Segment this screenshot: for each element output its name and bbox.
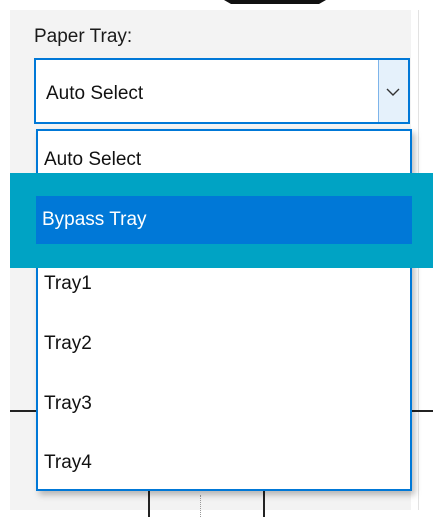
highlighted-option-label[interactable]: Bypass Tray bbox=[42, 209, 147, 231]
clipped-heading-fragment bbox=[220, 0, 330, 4]
background-dotted-line bbox=[200, 495, 202, 517]
option-tray3[interactable]: Tray3 bbox=[38, 375, 410, 433]
paper-tray-label: Paper Tray: bbox=[34, 26, 133, 47]
paper-tray-selected-value: Auto Select bbox=[46, 83, 144, 104]
option-tray2[interactable]: Tray2 bbox=[38, 315, 410, 373]
option-tray4[interactable]: Tray4 bbox=[38, 434, 410, 492]
background-line bbox=[148, 490, 150, 517]
background-line bbox=[263, 490, 265, 517]
background-line bbox=[410, 410, 433, 412]
paper-tray-combobox[interactable]: Auto Select bbox=[34, 58, 410, 124]
chevron-down-icon bbox=[386, 88, 400, 96]
dropdown-arrow-button[interactable] bbox=[378, 60, 408, 122]
background-line bbox=[10, 410, 38, 412]
